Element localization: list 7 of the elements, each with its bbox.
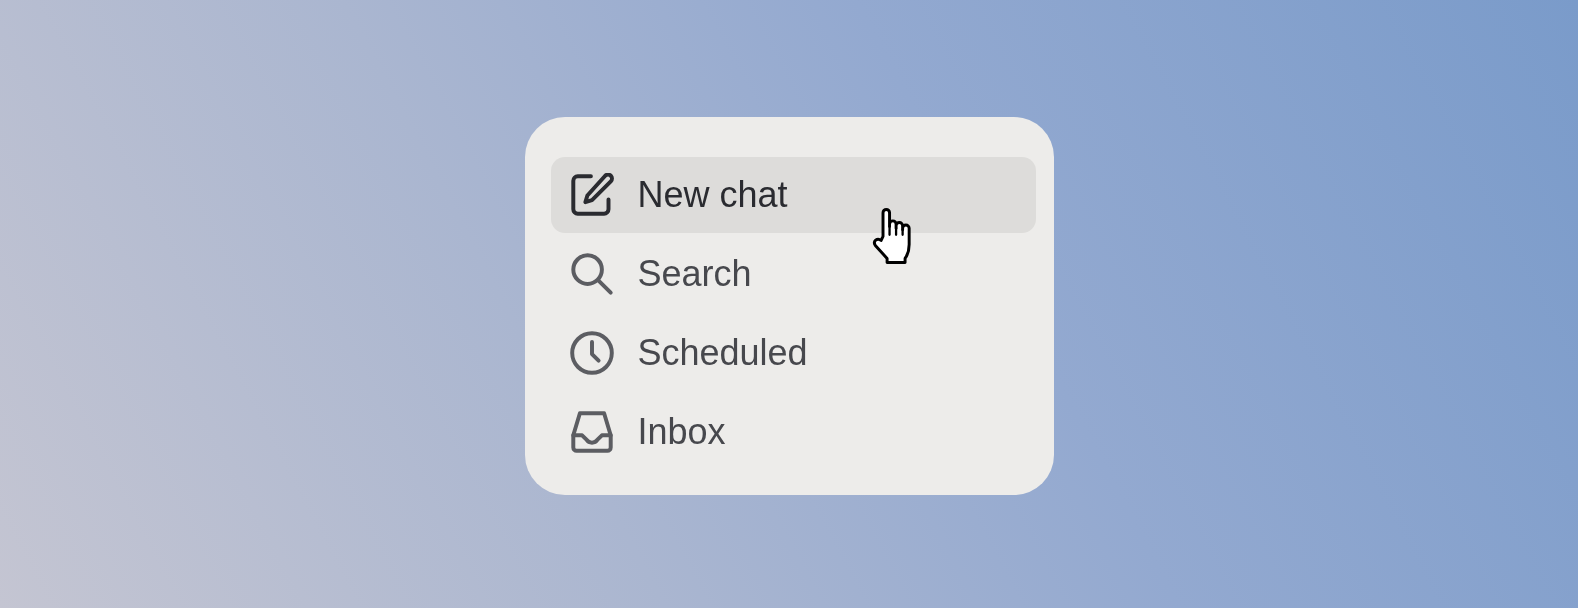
clock-icon — [569, 331, 614, 375]
menu-item[interactable]: Scheduled — [550, 315, 1036, 391]
menu-item[interactable]: Inbox — [550, 394, 1036, 470]
menu-item[interactable]: Search — [550, 236, 1036, 312]
search-icon — [569, 252, 614, 296]
inbox-tray-icon — [569, 410, 614, 454]
pencil-square-icon — [569, 173, 614, 217]
